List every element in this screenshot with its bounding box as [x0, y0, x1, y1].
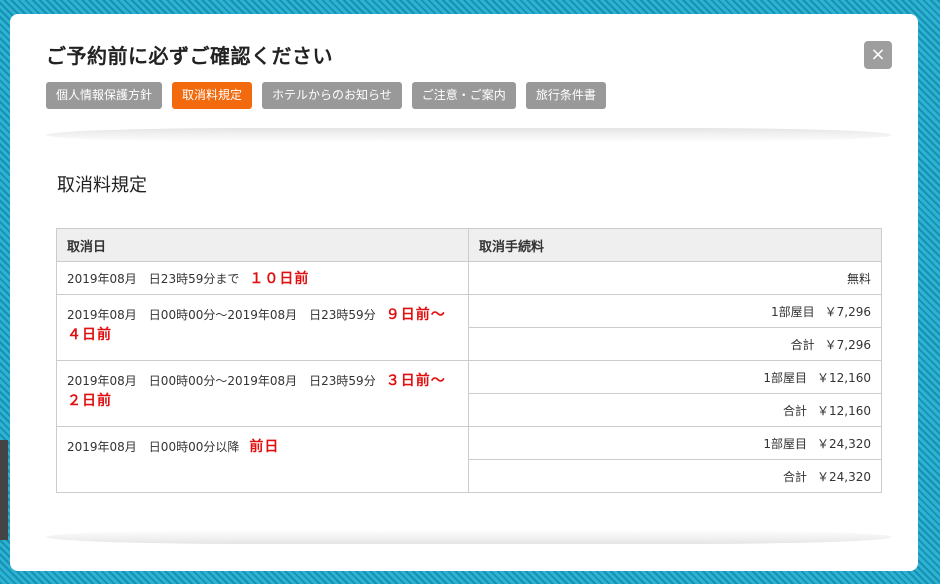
modal-title: ご予約前に必ずご確認ください [46, 44, 333, 68]
per-room-label: 1部屋目 [771, 304, 815, 319]
content-shadow-top [46, 128, 892, 142]
per-room-amount: ￥12,160 [817, 370, 871, 385]
backdrop-page-fragment [0, 440, 8, 540]
fee-cell-per-room: 1部屋目 ￥7,296 [468, 294, 882, 328]
cancel-date-text: 2019年08月 日00時00分以降 [67, 440, 240, 454]
total-label: 合計 [782, 469, 807, 484]
table-row: 2019年08月 日00時00分～2019年08月 日23時59分 ９日前～４日前… [56, 294, 882, 361]
section-title: 取消料規定 [57, 175, 147, 196]
days-before-label: 前日 [249, 439, 280, 455]
fee-cell-total: 合計 ￥12,160 [468, 393, 882, 427]
total-label: 合計 [790, 337, 815, 352]
content-shadow-bottom [46, 530, 892, 544]
fee-cell: 無料 [468, 261, 882, 295]
total-amount: ￥7,296 [824, 337, 871, 352]
table-row: 2019年08月 日00時00分～2019年08月 日23時59分 ３日前～２日前… [56, 360, 882, 427]
per-room-amount: ￥7,296 [824, 304, 871, 319]
cancel-date-cell: 2019年08月 日00時00分以降 前日 [56, 426, 469, 493]
fee-cell-per-room: 1部屋目 ￥12,160 [468, 360, 882, 394]
cancellation-fee-table: 取消日 取消手続料 2019年08月 日23時59分まで １０日前 無料 2019… [56, 228, 882, 493]
table-header-row: 取消日 取消手続料 [56, 228, 882, 262]
per-room-amount: ￥24,320 [817, 436, 871, 451]
cancel-date-cell: 2019年08月 日00時00分～2019年08月 日23時59分 ３日前～２日前 [56, 360, 469, 427]
cancel-date-cell: 2019年08月 日23時59分まで １０日前 [56, 261, 469, 295]
tab-hotel-notices[interactable]: ホテルからのお知らせ [262, 82, 402, 109]
tab-notes-guidance[interactable]: ご注意・ご案内 [411, 82, 516, 109]
header-cancel-date: 取消日 [56, 228, 469, 262]
cancel-date-text: 2019年08月 日23時59分まで [67, 272, 240, 286]
total-amount: ￥12,160 [817, 403, 871, 418]
table-row: 2019年08月 日00時00分以降 前日 1部屋目 ￥24,320 [56, 426, 882, 493]
tab-cancellation-policy[interactable]: 取消料規定 [172, 82, 253, 109]
fee-cell-per-room: 1部屋目 ￥24,320 [468, 426, 882, 460]
days-before-label: １０日前 [249, 271, 310, 287]
confirmation-modal: ご予約前に必ずご確認ください × 個人情報保護方針 取消料規定 ホテルからのお知… [10, 14, 918, 571]
header-cancel-fee: 取消手続料 [468, 228, 882, 262]
tab-travel-conditions[interactable]: 旅行条件書 [525, 82, 606, 109]
fee-cell-total: 合計 ￥7,296 [468, 327, 882, 361]
cancel-date-text: 2019年08月 日00時00分～2019年08月 日23時59分 [67, 308, 376, 322]
fee-free-text: 無料 [846, 271, 871, 286]
total-label: 合計 [782, 403, 807, 418]
per-room-label: 1部屋目 [763, 370, 807, 385]
per-room-label: 1部屋目 [763, 436, 807, 451]
table-row: 2019年08月 日23時59分まで １０日前 無料 [56, 261, 882, 295]
total-amount: ￥24,320 [817, 469, 871, 484]
fee-cell-total: 合計 ￥24,320 [468, 459, 882, 493]
tab-bar: 個人情報保護方針 取消料規定 ホテルからのお知らせ ご注意・ご案内 旅行条件書 [46, 82, 606, 109]
cancel-date-cell: 2019年08月 日00時00分～2019年08月 日23時59分 ９日前～４日前 [56, 294, 469, 361]
cancel-date-text: 2019年08月 日00時00分～2019年08月 日23時59分 [67, 374, 376, 388]
close-button[interactable]: × [864, 41, 892, 69]
tab-privacy-policy[interactable]: 個人情報保護方針 [46, 82, 163, 109]
